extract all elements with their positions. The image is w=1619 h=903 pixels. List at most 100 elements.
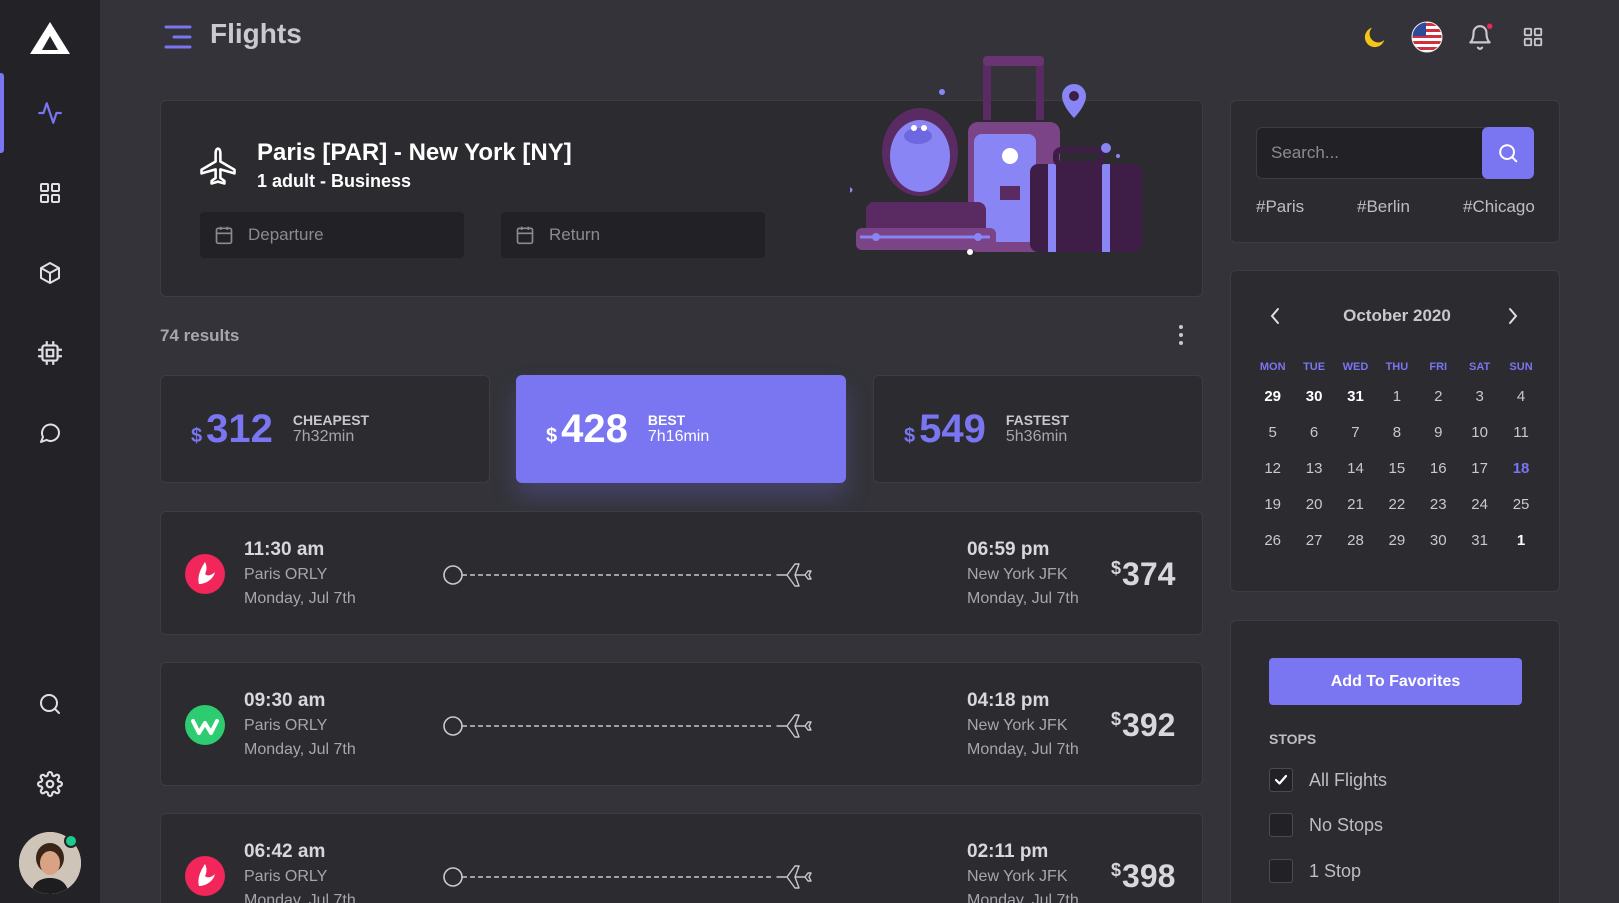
- arrival-date: Monday, Jul 7th: [967, 892, 1079, 903]
- flight-row[interactable]: 09:30 am Paris ORLY Monday, Jul 7th 04:1…: [160, 662, 1203, 786]
- calendar-day[interactable]: 16: [1418, 460, 1459, 477]
- calendar-day[interactable]: 29: [1376, 532, 1417, 549]
- filter-option-all-flights[interactable]: All Flights: [1269, 768, 1387, 792]
- calendar-day[interactable]: 15: [1376, 460, 1417, 477]
- calendar-day[interactable]: 24: [1459, 496, 1500, 513]
- calendar-day[interactable]: 25: [1500, 496, 1541, 513]
- airline-logo-icon: [185, 705, 225, 745]
- calendar-day[interactable]: 31: [1459, 532, 1500, 549]
- departure-airport: Paris ORLY: [244, 868, 328, 885]
- calendar-day[interactable]: 14: [1335, 460, 1376, 477]
- search-button[interactable]: [1482, 127, 1534, 179]
- departure-date-field[interactable]: Departure: [200, 212, 464, 258]
- checkbox[interactable]: [1269, 813, 1293, 837]
- weekday-label: FRI: [1429, 361, 1448, 373]
- calendar-day[interactable]: 22: [1376, 496, 1417, 513]
- calendar-day[interactable]: 12: [1252, 460, 1293, 477]
- apps-grid-icon[interactable]: [1516, 20, 1550, 54]
- sidebar-item-messages[interactable]: [0, 393, 100, 473]
- calendar-day[interactable]: 23: [1418, 496, 1459, 513]
- calendar-day[interactable]: 27: [1293, 532, 1334, 549]
- checkbox[interactable]: [1269, 768, 1293, 792]
- calendar-day[interactable]: 8: [1376, 424, 1417, 441]
- price-card-cheapest[interactable]: $ 312 CHEAPEST 7h32min: [160, 375, 490, 483]
- sidebar-item-hardware[interactable]: [0, 313, 100, 393]
- calendar-day[interactable]: 3: [1459, 388, 1500, 405]
- flight-row[interactable]: 11:30 am Paris ORLY Monday, Jul 7th 06:5…: [160, 511, 1203, 635]
- checkbox[interactable]: [1269, 859, 1293, 883]
- calendar-day[interactable]: 11: [1500, 424, 1541, 441]
- hashtag-link[interactable]: #Chicago: [1463, 197, 1535, 217]
- sidebar-item-search[interactable]: [0, 664, 100, 744]
- calendar-day[interactable]: 9: [1418, 424, 1459, 441]
- price-card-best[interactable]: $ 428 BEST 7h16min: [516, 375, 846, 483]
- hashtag-link[interactable]: #Berlin: [1357, 197, 1410, 217]
- bell-icon[interactable]: [1463, 20, 1497, 54]
- calendar-week: 5 6 7 8 9 10 11: [1252, 414, 1542, 450]
- sidebar: [0, 0, 100, 903]
- more-options-icon[interactable]: [1177, 324, 1185, 351]
- airplane-icon: [196, 145, 240, 194]
- route-line: [443, 714, 812, 738]
- calendar-week: 19 20 21 22 23 24 25: [1252, 486, 1542, 522]
- calendar-day[interactable]: 30: [1293, 388, 1334, 405]
- online-status-dot: [64, 834, 78, 848]
- price-card-fastest[interactable]: $ 549 FASTEST 5h36min: [873, 375, 1203, 483]
- return-date-field[interactable]: Return: [501, 212, 765, 258]
- calendar-day[interactable]: 28: [1335, 532, 1376, 549]
- filter-option-label: 1 Stop: [1309, 860, 1362, 881]
- calendar-day[interactable]: 6: [1293, 424, 1334, 441]
- calendar-day[interactable]: 26: [1252, 532, 1293, 549]
- menu-icon[interactable]: [164, 24, 192, 55]
- add-to-favorites-button[interactable]: Add To Favorites: [1269, 658, 1522, 705]
- moon-icon[interactable]: [1358, 20, 1392, 54]
- calendar-day[interactable]: 1: [1376, 388, 1417, 405]
- sidebar-item-settings[interactable]: [0, 744, 100, 824]
- sidebar-item-activity[interactable]: [0, 73, 100, 153]
- calendar-day[interactable]: 30: [1418, 532, 1459, 549]
- logo-icon[interactable]: [28, 20, 72, 61]
- calendar-day-selected[interactable]: 18: [1500, 460, 1541, 477]
- airline-logo-icon: [185, 554, 225, 594]
- calendar-day[interactable]: 21: [1335, 496, 1376, 513]
- price-amount: 312: [206, 406, 273, 451]
- route-title: Paris [PAR] - New York [NY]: [257, 139, 572, 166]
- calendar-day[interactable]: 17: [1459, 460, 1500, 477]
- hashtag-link[interactable]: #Paris: [1256, 197, 1304, 217]
- calendar-icon: [215, 226, 233, 245]
- filter-option-label: No Stops: [1309, 814, 1384, 835]
- calendar-day[interactable]: 20: [1293, 496, 1334, 513]
- search-icon: [1499, 144, 1518, 163]
- sidebar-item-dashboard[interactable]: [0, 153, 100, 233]
- calendar-day[interactable]: 10: [1459, 424, 1500, 441]
- currency-symbol: $: [1111, 558, 1122, 578]
- calendar-day[interactable]: 4: [1500, 388, 1541, 405]
- calendar-day[interactable]: 13: [1293, 460, 1334, 477]
- box-icon: [40, 262, 60, 284]
- price-amount: 374: [1122, 556, 1176, 592]
- weekday-label: MON: [1259, 361, 1286, 373]
- passenger-class: 1 adult - Business: [257, 171, 412, 191]
- calendar-icon: [516, 226, 534, 245]
- calendar-day[interactable]: 7: [1335, 424, 1376, 441]
- chevron-right-icon[interactable]: [1506, 306, 1520, 331]
- page-title: Flights: [210, 18, 302, 49]
- us-flag-icon[interactable]: [1410, 20, 1444, 54]
- calendar-day[interactable]: 19: [1252, 496, 1293, 513]
- calendar-day[interactable]: 29: [1252, 388, 1293, 405]
- filter-option-one-stop[interactable]: 1 Stop: [1269, 859, 1361, 883]
- calendar-day[interactable]: 31: [1335, 388, 1376, 405]
- arrival-time: 02:11 pm: [967, 841, 1049, 862]
- chat-icon: [40, 423, 61, 443]
- filter-option-no-stops[interactable]: No Stops: [1269, 813, 1383, 837]
- sidebar-item-packages[interactable]: [0, 233, 100, 313]
- calendar-day[interactable]: 2: [1418, 388, 1459, 405]
- calendar-day[interactable]: 1: [1500, 532, 1541, 549]
- departure-time: 09:30 am: [244, 690, 326, 711]
- weekday-label: SUN: [1509, 361, 1533, 373]
- airline-logo-icon: [185, 856, 225, 896]
- departure-airport: Paris ORLY: [244, 566, 328, 583]
- calendar-day[interactable]: 5: [1252, 424, 1293, 441]
- route-line: [443, 563, 812, 587]
- flight-row[interactable]: 06:42 am Paris ORLY Monday, Jul 7th 02:1…: [160, 813, 1203, 903]
